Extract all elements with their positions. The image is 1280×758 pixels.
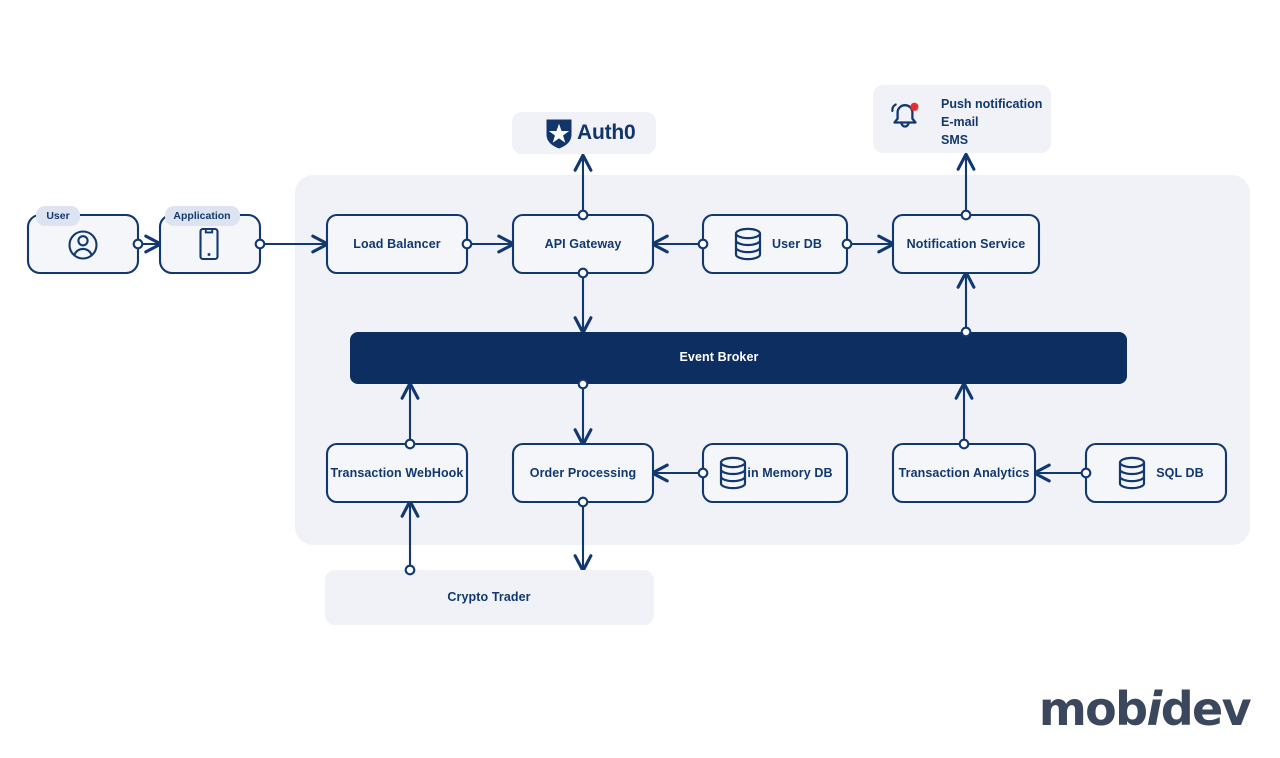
connector-dot [132,238,144,250]
connector-dot [577,209,589,221]
badge-user-label: User [46,210,70,222]
connector-dot [960,326,972,338]
connector-dot [697,238,709,250]
notification-dot [910,102,919,111]
node-order-processing-label: Order Processing [529,466,637,481]
diagram-canvas: User Application Load Balancer API Gatew… [0,0,1280,758]
auth0-label: Auth0 [577,121,636,144]
connector-dot [404,438,416,450]
connector-dot [577,267,589,279]
brand-part-b: dev [1160,682,1252,736]
brand-part-a: mob [1038,682,1148,736]
notification-line-email: E-mail [941,115,979,129]
node-sql-db-label: SQL DB [1156,466,1204,481]
connector-dot [577,378,589,390]
connector-dot [461,238,473,250]
connector-dot [254,238,266,250]
notification-line-push: Push notification [941,97,1043,111]
node-user-db-label: User DB [771,237,823,252]
architecture-diagram-svg [26,85,1250,625]
node-transaction-analytics-label: Transaction Analytics [898,466,1030,481]
badge-application-label: Application [173,210,231,222]
node-in-memory-db-label: in Memory DB [747,466,833,481]
connector-dot [841,238,853,250]
connector-dot [577,496,589,508]
node-transaction-webhook-label: Transaction WebHook [330,466,464,481]
connector-dot [697,467,709,479]
mobidev-logo: mobidev [1038,682,1252,736]
connector-dot [404,564,416,576]
node-load-balancer-label: Load Balancer [353,237,441,252]
brand-part-i: i [1146,682,1163,736]
node-api-gateway-label: API Gateway [544,237,622,252]
connector-dot [1080,467,1092,479]
connector-dot [960,209,972,221]
node-notification-service-label: Notification Service [906,237,1026,252]
connector-dot [958,438,970,450]
notification-line-sms: SMS [941,133,969,147]
node-event-broker-label: Event Broker [679,350,759,365]
node-crypto-trader-label: Crypto Trader [447,590,531,605]
